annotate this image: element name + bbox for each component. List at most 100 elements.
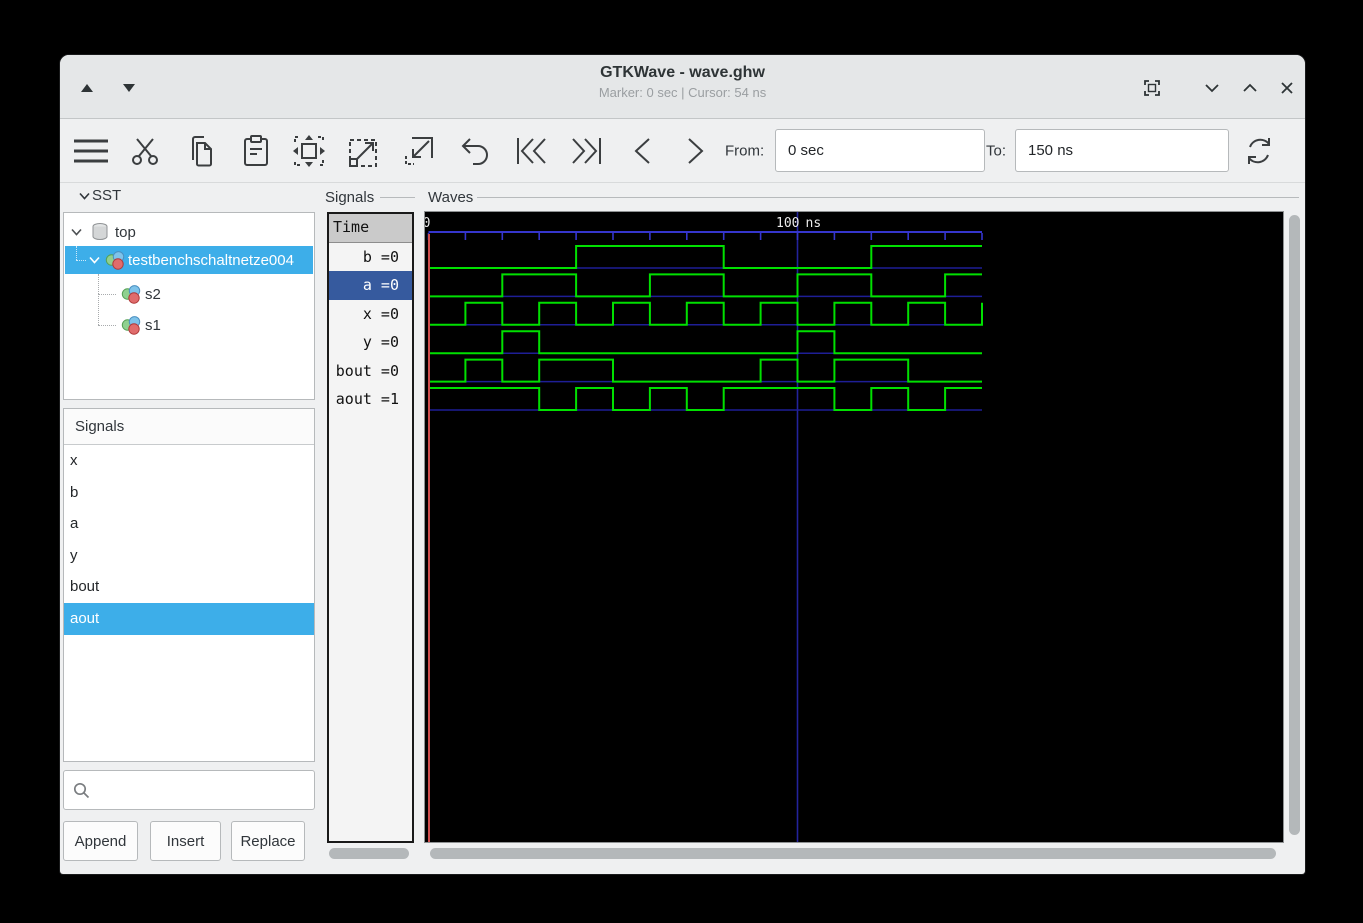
to-input[interactable] xyxy=(1015,129,1229,172)
tree-item-label: s2 xyxy=(145,285,161,303)
list-item[interactable]: x xyxy=(64,445,314,477)
scrollbar-thumb[interactable] xyxy=(430,847,1276,859)
sst-item-s1[interactable]: s1 xyxy=(65,294,313,339)
sst-tree: top testbenchschaltnetze004 s2 s1 xyxy=(63,212,315,400)
replace-button[interactable]: Replace xyxy=(231,821,305,861)
zoom-in-button[interactable] xyxy=(346,134,380,168)
maximize-button[interactable] xyxy=(1239,77,1261,99)
signal-row[interactable]: bout =0 xyxy=(329,357,412,385)
from-input[interactable] xyxy=(775,129,985,172)
scrollbar-thumb[interactable] xyxy=(329,847,409,859)
svg-text:100: 100 xyxy=(776,216,799,231)
search-icon xyxy=(73,782,90,799)
to-label: To: xyxy=(986,142,1007,159)
fullscreen-icon xyxy=(1142,78,1162,98)
svg-text:ns: ns xyxy=(806,216,822,231)
sst-frame-label: SST xyxy=(79,187,121,204)
zoom-fit-button[interactable] xyxy=(292,134,326,168)
tree-item-label: testbenchschaltnetze004 xyxy=(128,251,294,269)
skip-start-icon xyxy=(515,136,549,166)
cut-button[interactable] xyxy=(130,136,160,166)
clipboard-icon xyxy=(243,134,269,167)
append-button[interactable]: Append xyxy=(63,821,138,861)
scissors-icon xyxy=(130,136,160,166)
undo-button[interactable] xyxy=(459,136,491,166)
toolbar: From: To: xyxy=(60,119,1305,183)
tree-connector xyxy=(76,260,86,261)
waves-vscrollbar[interactable] xyxy=(1287,212,1301,843)
tree-connector xyxy=(98,294,116,295)
time-header[interactable]: Time xyxy=(329,214,412,243)
waves-hscrollbar[interactable] xyxy=(426,846,1284,860)
window-title: GTKWave - wave.ghw xyxy=(600,64,765,81)
expander-chevron-icon[interactable] xyxy=(89,256,100,264)
minimize-button[interactable] xyxy=(1201,77,1223,99)
shift-left-button[interactable] xyxy=(630,136,654,166)
chevron-right-icon xyxy=(684,136,708,166)
signal-row-selected[interactable]: a =0 xyxy=(329,271,412,300)
chevron-down-icon xyxy=(1204,83,1220,93)
tree-connector xyxy=(98,325,116,326)
copy-button[interactable] xyxy=(186,135,214,167)
tree-item-label: s1 xyxy=(145,316,161,334)
tree-connector xyxy=(76,246,77,260)
signal-row[interactable]: b =0 xyxy=(329,243,412,271)
chevron-left-icon xyxy=(630,136,654,166)
titlebar[interactable]: GTKWave - wave.ghw Marker: 0 sec | Curso… xyxy=(60,55,1305,119)
frame-line xyxy=(380,197,415,198)
toggle-fullscreen-button[interactable] xyxy=(1141,77,1163,99)
signal-browser: Signals x b a y bout aout xyxy=(63,408,315,762)
scrollbar-thumb[interactable] xyxy=(1288,215,1300,835)
sst-item-testbench[interactable]: testbenchschaltnetze004 xyxy=(65,246,313,274)
copy-icon xyxy=(186,135,214,167)
list-item-selected[interactable]: aout xyxy=(64,602,314,635)
sst-collapse-chevron-icon[interactable] xyxy=(79,187,90,204)
zoom-out-button[interactable] xyxy=(402,134,436,168)
signal-row[interactable]: aout =1 xyxy=(329,385,412,413)
component-spheres-icon xyxy=(121,315,142,335)
signal-search-box[interactable] xyxy=(63,770,315,810)
signals-frame-label: Signals xyxy=(325,189,375,206)
paste-button[interactable] xyxy=(243,134,269,167)
frame-line xyxy=(477,197,1299,198)
gtkwave-window: GTKWave - wave.ghw Marker: 0 sec | Curso… xyxy=(60,55,1305,874)
skip-to-start-button[interactable] xyxy=(515,136,549,166)
shift-right-button[interactable] xyxy=(684,136,708,166)
menu-button[interactable] xyxy=(73,137,109,165)
list-item[interactable]: y xyxy=(64,540,314,572)
signal-row[interactable]: y =0 xyxy=(329,328,412,356)
undo-icon xyxy=(459,136,491,166)
tree-item-label: top xyxy=(115,223,136,241)
signals-hscrollbar[interactable] xyxy=(323,846,418,860)
svg-text:0: 0 xyxy=(425,216,431,231)
close-button[interactable] xyxy=(1276,77,1298,99)
reload-icon xyxy=(1243,135,1275,167)
zoom-fit-icon xyxy=(292,134,326,168)
marker-cursor-status: Marker: 0 sec | Cursor: 54 ns xyxy=(598,85,767,100)
waves-frame-label: Waves xyxy=(428,189,474,206)
expander-chevron-icon[interactable] xyxy=(71,228,82,236)
tree-connector xyxy=(98,274,99,294)
sst-item-top[interactable]: top xyxy=(65,218,313,246)
hamburger-icon xyxy=(73,137,109,165)
close-icon xyxy=(1280,81,1294,95)
zoom-in-icon xyxy=(346,134,380,168)
search-input[interactable] xyxy=(94,773,308,807)
skip-end-icon xyxy=(569,136,603,166)
sst-item-s2[interactable]: s2 xyxy=(65,274,313,308)
signal-browser-header[interactable]: Signals xyxy=(64,409,314,445)
skip-to-end-button[interactable] xyxy=(569,136,603,166)
component-spheres-icon xyxy=(121,284,142,304)
from-label: From: xyxy=(725,142,765,159)
insert-button[interactable]: Insert xyxy=(150,821,221,861)
signals-column: Time b =0 a =0 x =0 y =0 bout =0 aout =1 xyxy=(327,212,414,843)
list-item[interactable]: bout xyxy=(64,571,314,603)
module-cylinder-icon xyxy=(91,222,109,242)
component-spheres-icon xyxy=(105,250,126,270)
signal-row[interactable]: x =0 xyxy=(329,300,412,328)
reload-button[interactable] xyxy=(1243,135,1275,167)
waves-canvas[interactable]: 0 100 ns xyxy=(424,211,1284,843)
zoom-out-icon xyxy=(402,134,436,168)
list-item[interactable]: a xyxy=(64,508,314,540)
list-item[interactable]: b xyxy=(64,477,314,509)
